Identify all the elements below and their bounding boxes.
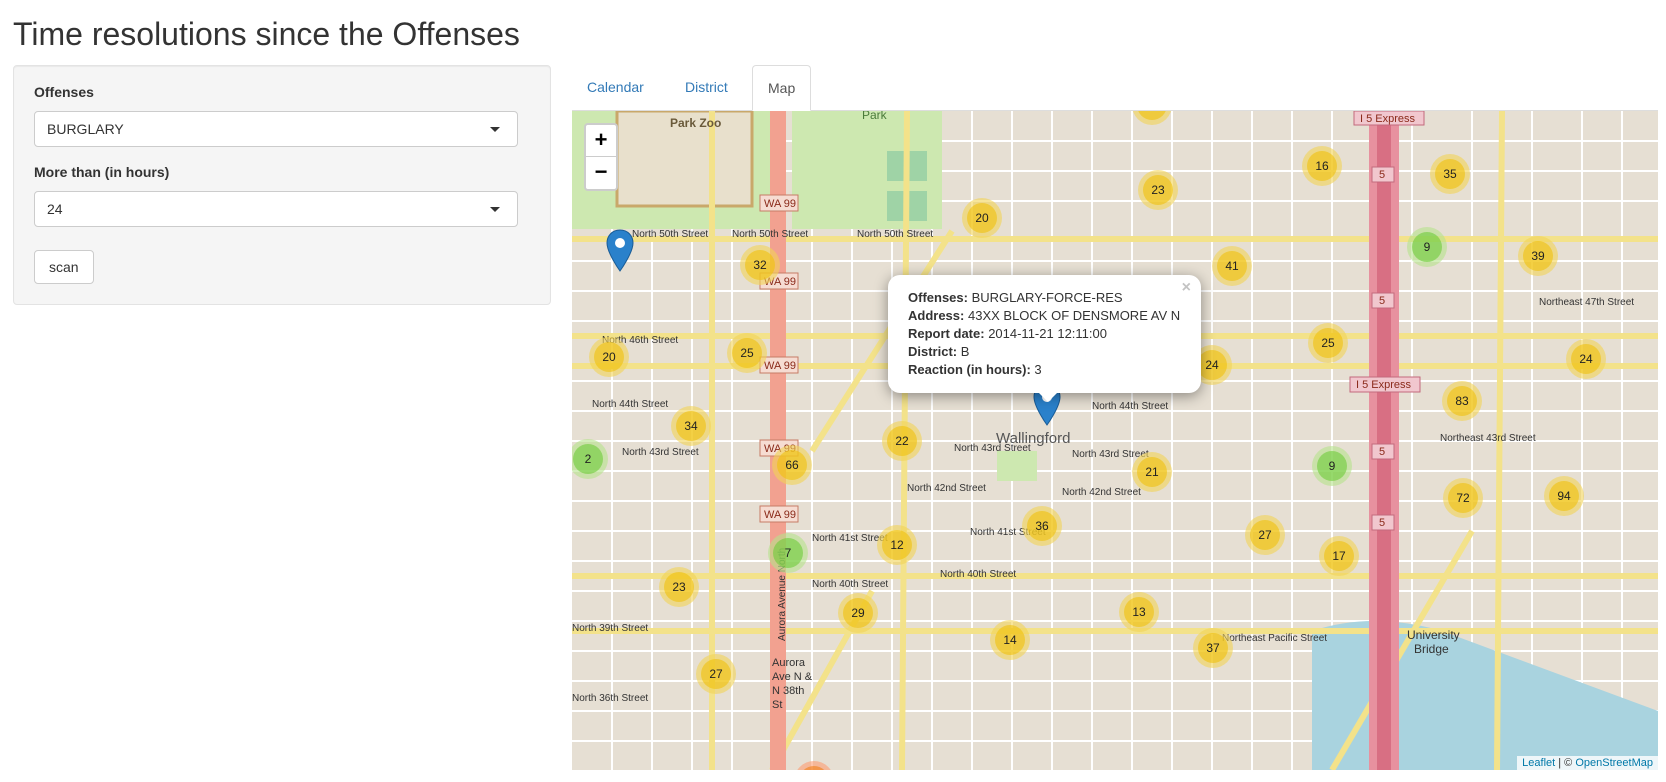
node-label: Aurora <box>772 657 806 669</box>
tab-district[interactable]: District <box>670 65 743 111</box>
street-label: North 36th Street <box>572 693 648 704</box>
tab-bar: Calendar District Map <box>572 65 1658 111</box>
street-label: North 43rd Street <box>622 447 699 458</box>
street-label: Northeast Pacific Street <box>1222 633 1327 644</box>
zoom-out-button[interactable]: − <box>586 157 616 189</box>
caret-down-icon <box>490 127 500 132</box>
park-label: Park <box>862 111 888 122</box>
cluster-marker[interactable]: 21 <box>1132 452 1172 492</box>
i5-shield: 5 <box>1379 517 1385 529</box>
node-label: St <box>772 699 782 711</box>
close-icon[interactable]: × <box>1182 279 1191 297</box>
cluster-marker[interactable]: 72 <box>1443 478 1483 518</box>
osm-link[interactable]: OpenStreetMap <box>1575 757 1653 769</box>
offenses-select-value: BURGLARY <box>47 121 124 137</box>
street-label: North 39th Street <box>572 623 648 634</box>
map-view[interactable]: WA 99 WA 99 WA 99 WA 99 WA 99 5 5 5 5 I … <box>572 111 1658 770</box>
popup-row-address: Address: 43XX BLOCK OF DENSMORE AV N <box>908 308 1181 323</box>
cluster-marker[interactable]: 12 <box>877 525 917 565</box>
cluster-marker[interactable]: 17 <box>1319 536 1359 576</box>
bridge-label: Bridge <box>1414 642 1449 656</box>
cluster-marker[interactable]: 9 <box>1407 227 1447 267</box>
cluster-marker[interactable]: 36 <box>1022 506 1062 546</box>
cluster-marker[interactable]: 20 <box>589 337 629 377</box>
offenses-label: Offenses <box>34 84 94 100</box>
zoom-control: + − <box>584 123 618 191</box>
cluster-marker[interactable]: 7 <box>768 533 808 573</box>
popup-row-report-date: Report date: 2014-11-21 12:11:00 <box>908 326 1107 341</box>
cluster-marker[interactable]: 27 <box>696 654 736 694</box>
cluster-marker[interactable]: 83 <box>1442 381 1482 421</box>
wa99-shield: WA 99 <box>764 360 796 372</box>
street-label: North 44th Street <box>592 399 668 410</box>
cluster-marker[interactable]: 9 <box>1312 446 1352 486</box>
hours-label: More than (in hours) <box>34 164 170 180</box>
street-label: North 44th Street <box>1092 401 1168 412</box>
cluster-marker[interactable]: 29 <box>838 593 878 633</box>
cluster-marker[interactable]: 14 <box>990 620 1030 660</box>
hours-select-value: 24 <box>47 201 63 217</box>
street-label: North 50th Street <box>632 229 708 240</box>
cluster-marker[interactable]: 66 <box>772 445 812 485</box>
popup-row-district: District: B <box>908 344 970 359</box>
cluster-marker[interactable]: 35 <box>1430 154 1470 194</box>
street-label: Northeast 47th Street <box>1539 297 1634 308</box>
neighborhood-label: Wallingford <box>996 430 1070 447</box>
street-label: North 40th Street <box>940 569 1016 580</box>
i5-express-shield: I 5 Express <box>1360 113 1416 125</box>
popup-tip <box>1038 392 1058 402</box>
i5-shield: 5 <box>1379 169 1385 181</box>
cluster-marker[interactable]: 39 <box>1518 236 1558 276</box>
zoom-in-button[interactable]: + <box>586 125 616 157</box>
offenses-select[interactable]: BURGLARY <box>34 111 518 147</box>
cluster-marker[interactable]: 23 <box>659 567 699 607</box>
zoo-label: Park Zoo <box>670 116 721 130</box>
bridge-label: University <box>1407 628 1460 642</box>
node-label: Ave N & <box>772 671 813 683</box>
leaflet-link[interactable]: Leaflet <box>1522 757 1555 769</box>
wa99-shield: WA 99 <box>764 509 796 521</box>
cluster-marker[interactable]: 22 <box>882 421 922 461</box>
node-label: N 38th <box>772 685 804 697</box>
street-label: North 50th Street <box>732 229 808 240</box>
cluster-marker[interactable]: 27 <box>1245 515 1285 555</box>
hours-select[interactable]: 24 <box>34 191 518 227</box>
popup-row-reaction: Reaction (in hours): 3 <box>908 362 1042 377</box>
cluster-marker[interactable]: 23 <box>1138 170 1178 210</box>
scan-button[interactable]: scan <box>34 250 94 284</box>
street-label: North 50th Street <box>857 229 933 240</box>
i5-shield: 5 <box>1379 446 1385 458</box>
map-pin-icon[interactable] <box>605 229 635 273</box>
cluster-marker[interactable]: 24 <box>1566 339 1606 379</box>
cluster-marker[interactable]: 25 <box>1308 323 1348 363</box>
cluster-marker[interactable]: 34 <box>671 406 711 446</box>
tab-calendar[interactable]: Calendar <box>572 65 659 111</box>
cluster-marker[interactable]: 13 <box>1119 592 1159 632</box>
cluster-marker[interactable]: 25 <box>727 333 767 373</box>
sidebar-panel: Offenses BURGLARY More than (in hours) 2… <box>13 65 551 305</box>
street-label: North 40th Street <box>812 579 888 590</box>
marker-popup: × Offenses: BURGLARY-FORCE-RES Address: … <box>888 275 1201 393</box>
page-title: Time resolutions since the Offenses <box>13 16 520 52</box>
i5-shield: 5 <box>1379 295 1385 307</box>
cluster-marker[interactable]: 20 <box>962 198 1002 238</box>
wa99-shield: WA 99 <box>764 198 796 210</box>
caret-down-icon <box>490 207 500 212</box>
street-label: North 42nd Street <box>907 483 986 494</box>
cluster-marker[interactable]: 41 <box>1212 246 1252 286</box>
cluster-marker[interactable]: 94 <box>1544 476 1584 516</box>
street-label: Northeast 43rd Street <box>1440 433 1536 444</box>
tab-map[interactable]: Map <box>752 65 812 111</box>
i5-express-shield: I 5 Express <box>1356 379 1412 391</box>
cluster-marker[interactable]: 37 <box>1193 628 1233 668</box>
map-attribution: Leaflet | © OpenStreetMap <box>1517 756 1658 770</box>
cluster-marker[interactable]: 32 <box>740 245 780 285</box>
cluster-marker[interactable]: 16 <box>1302 146 1342 186</box>
popup-row-offenses: Offenses: BURGLARY-FORCE-RES <box>908 290 1123 305</box>
street-label: North 42nd Street <box>1062 487 1141 498</box>
